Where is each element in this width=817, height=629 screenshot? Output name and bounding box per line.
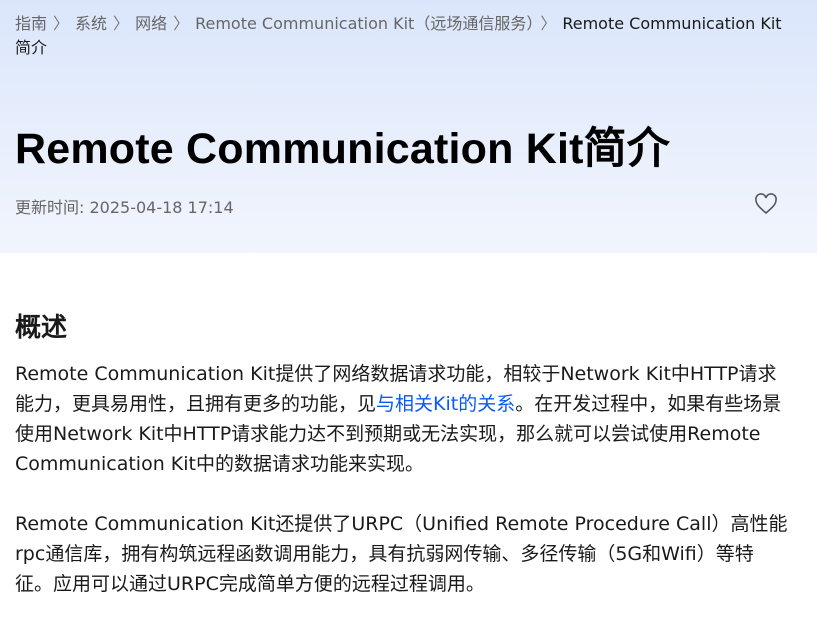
page-title: Remote Communication Kit简介: [15, 125, 671, 173]
related-kit-link[interactable]: 与相关Kit的关系: [376, 393, 515, 415]
breadcrumb-item[interactable]: 系统: [75, 14, 107, 33]
breadcrumb: 指南〉系统〉网络〉 Remote Communication Kit（远场通信服务…: [15, 12, 795, 60]
chevron-right-icon: 〉: [173, 14, 190, 33]
section-heading: 概述: [15, 313, 68, 343]
page-header: 指南〉系统〉网络〉 Remote Communication Kit（远场通信服务…: [0, 0, 817, 253]
chevron-right-icon: 〉: [113, 14, 130, 33]
paragraph: Remote Communication Kit还提供了URPC（Unified…: [15, 513, 788, 595]
paragraph: Remote Communication Kit提供了网络数据请求功能，相较于N…: [15, 359, 790, 479]
breadcrumb-item[interactable]: 网络: [135, 14, 167, 33]
heart-outline-icon: [755, 193, 777, 215]
section-body: Remote Communication Kit提供了网络数据请求功能，相较于N…: [15, 359, 790, 629]
chevron-right-icon: 〉: [540, 14, 557, 33]
breadcrumb-item[interactable]: Remote Communication Kit（远场通信服务）: [195, 14, 534, 33]
favorite-button[interactable]: [754, 193, 778, 215]
